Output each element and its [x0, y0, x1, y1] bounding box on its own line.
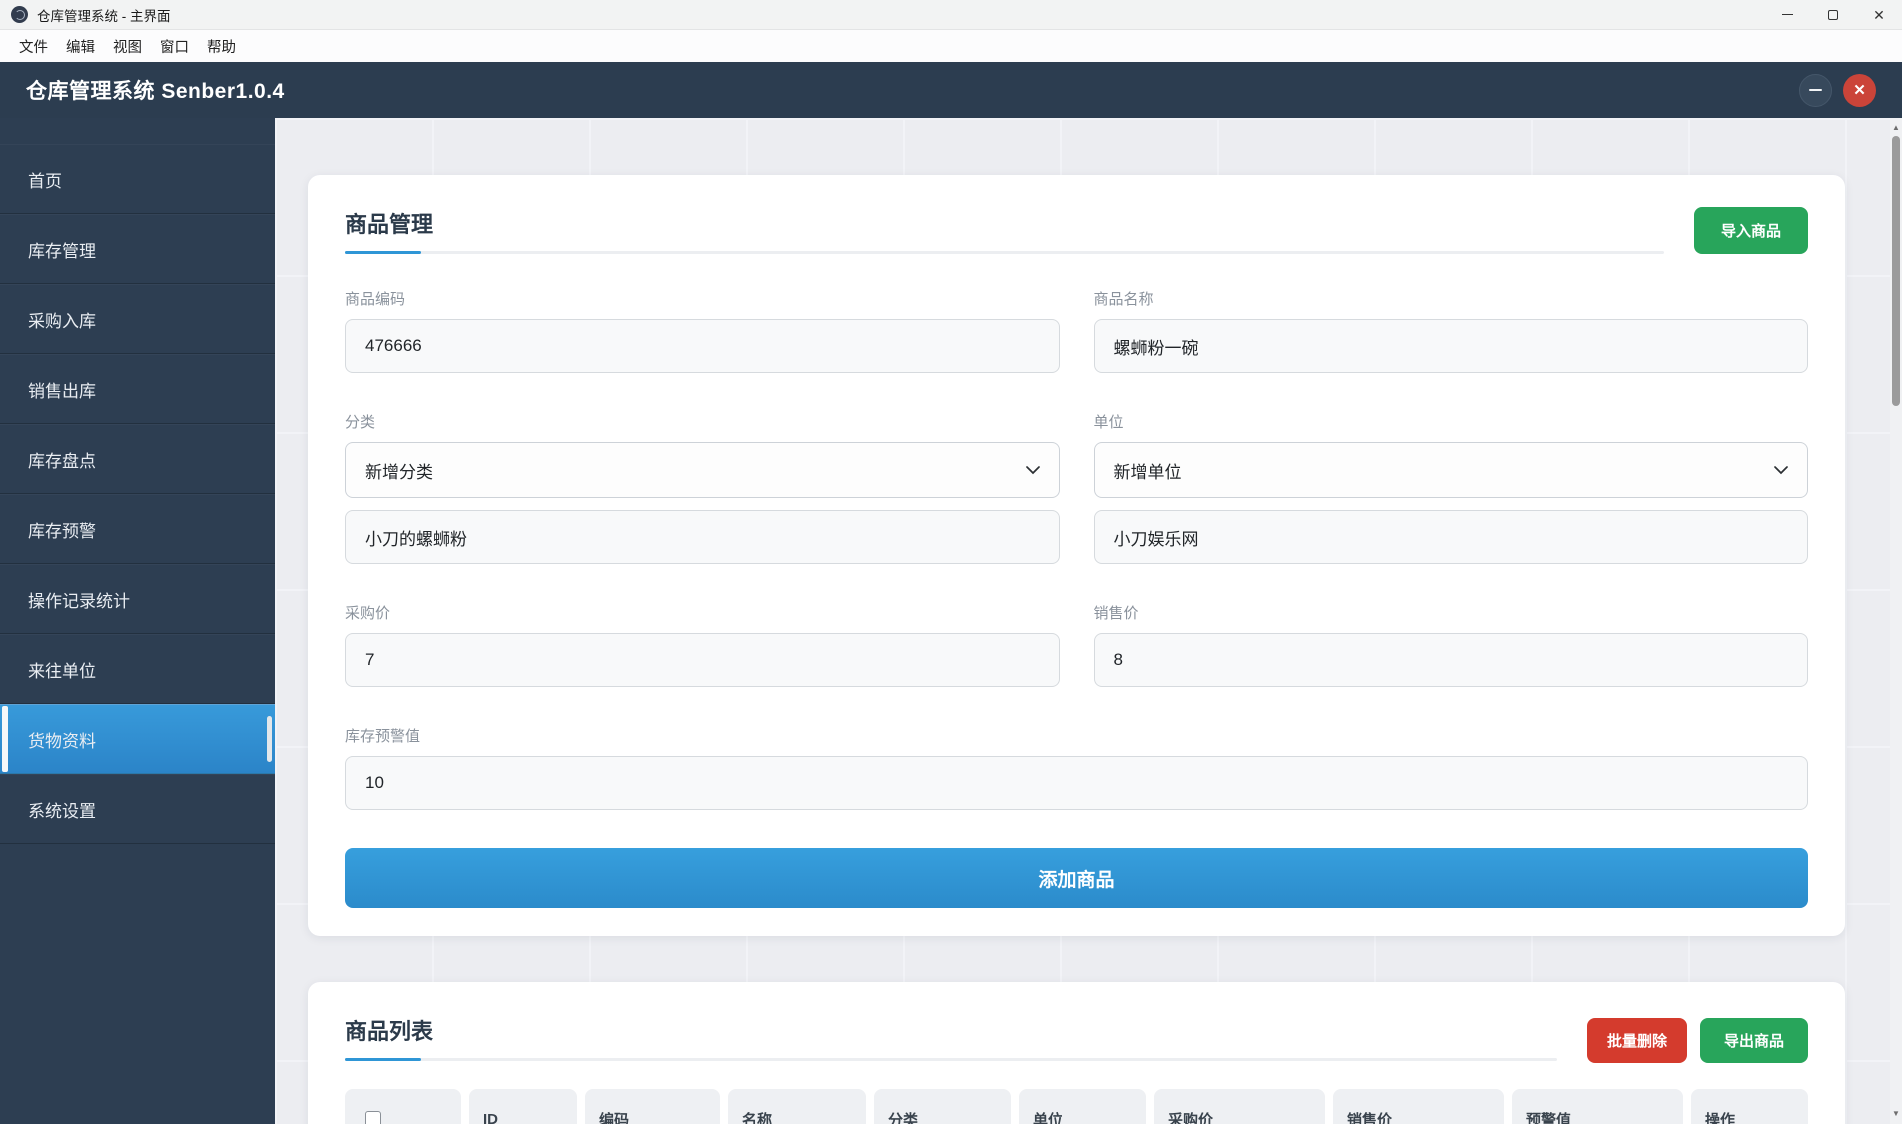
card-title-wrap: 商品管理: [345, 207, 1664, 254]
sidebar: 首页 库存管理 采购入库 销售出库 库存盘点 库存预警 操作记录统计 来往单位 …: [0, 118, 275, 1124]
content-area: 商品管理 导入商品 商品编码 商品名称 分类: [275, 118, 1890, 1124]
sidebar-item-goods-data[interactable]: 货物资料: [0, 704, 275, 774]
scroll-down-arrow-icon[interactable]: ▼: [1890, 1106, 1902, 1120]
minimize-icon: [1781, 13, 1793, 16]
sidebar-item-inventory[interactable]: 库存管理: [0, 214, 275, 284]
product-code-label: 商品编码: [345, 291, 406, 308]
app-window: 仓库管理系统 - 主界面 ✕ 文件 编辑 视图 窗口 帮助 仓库管理系统 Sen…: [0, 0, 1902, 1124]
sidebar-item-home[interactable]: 首页: [0, 144, 275, 214]
column-header-name: 名称: [728, 1089, 866, 1124]
os-minimize-button[interactable]: [1764, 0, 1810, 29]
menu-edit[interactable]: 编辑: [57, 32, 104, 61]
sidebar-item-partners[interactable]: 来往单位: [0, 634, 275, 704]
field-category: 分类 新增分类: [345, 411, 1060, 564]
purchase-price-label: 采购价: [345, 605, 391, 622]
sidebar-item-settings[interactable]: 系统设置: [0, 774, 275, 844]
form-card-title: 商品管理: [345, 212, 434, 237]
scrollbar-thumb[interactable]: [1892, 136, 1900, 406]
app-minimize-button[interactable]: [1799, 73, 1832, 107]
close-icon: ✕: [1873, 6, 1885, 23]
window-title: 仓库管理系统 - 主界面: [37, 8, 171, 24]
title-underline: [345, 1058, 1557, 1061]
os-maximize-button[interactable]: [1810, 0, 1856, 29]
sidebar-item-purchase-in[interactable]: 采购入库: [0, 284, 275, 354]
menu-window[interactable]: 窗口: [151, 32, 198, 61]
export-products-button[interactable]: 导出商品: [1699, 1018, 1808, 1063]
list-card-title: 商品列表: [345, 1019, 434, 1044]
column-header-purchase-price: 采购价: [1154, 1089, 1325, 1124]
menu-help[interactable]: 帮助: [198, 32, 245, 61]
caption-buttons: ✕: [1764, 0, 1902, 29]
product-name-input[interactable]: [1093, 319, 1808, 373]
card-title-wrap: 商品列表: [345, 1014, 1557, 1061]
window-scrollbar[interactable]: ▲ ▼: [1890, 118, 1902, 1124]
chevron-down-icon: [1025, 465, 1040, 474]
import-products-button[interactable]: 导入商品: [1693, 207, 1808, 254]
sidebar-item-stocktake[interactable]: 库存盘点: [0, 424, 275, 494]
column-header-category: 分类: [874, 1089, 1011, 1124]
new-unit-input[interactable]: [1093, 510, 1808, 564]
title-underline: [345, 251, 1664, 254]
warn-value-input[interactable]: [345, 756, 1808, 810]
field-product-name: 商品名称: [1093, 288, 1808, 373]
category-selected-value: 新增分类: [365, 462, 433, 482]
list-actions: 批量删除 导出商品: [1586, 1018, 1808, 1063]
close-icon: ✕: [1853, 81, 1866, 99]
select-all-header-cell: [345, 1089, 461, 1124]
sale-price-input[interactable]: [1093, 633, 1808, 687]
column-header-actions: 操作: [1691, 1089, 1808, 1124]
menu-view[interactable]: 视图: [104, 32, 151, 61]
new-category-input[interactable]: [345, 510, 1060, 564]
select-all-checkbox[interactable]: [365, 1111, 381, 1124]
product-name-label: 商品名称: [1093, 291, 1154, 308]
field-warn-value: 库存预警值: [345, 725, 1808, 810]
minimize-icon: [1809, 89, 1822, 91]
unit-label: 单位: [1093, 414, 1124, 431]
warn-value-label: 库存预警值: [345, 728, 421, 745]
batch-delete-button[interactable]: 批量删除: [1586, 1018, 1687, 1063]
app-icon: [11, 6, 28, 23]
product-code-input[interactable]: [345, 319, 1060, 373]
os-titlebar: 仓库管理系统 - 主界面 ✕: [0, 0, 1902, 30]
os-close-button[interactable]: ✕: [1856, 0, 1902, 29]
menu-file[interactable]: 文件: [10, 32, 57, 61]
field-product-code: 商品编码: [345, 288, 1060, 373]
unit-select[interactable]: 新增单位: [1093, 442, 1808, 498]
menubar: 文件 编辑 视图 窗口 帮助: [0, 30, 1902, 62]
category-select[interactable]: 新增分类: [345, 442, 1060, 498]
column-header-id: ID: [469, 1089, 577, 1124]
product-list-card: 商品列表 批量删除 导出商品 ID 编码 名称 分类 单位 采购价 销售价 预警…: [308, 982, 1845, 1124]
column-header-warn-value: 预警值: [1512, 1089, 1683, 1124]
scroll-up-arrow-icon[interactable]: ▲: [1890, 120, 1902, 134]
product-table-header: ID 编码 名称 分类 单位 采购价 销售价 预警值 操作: [345, 1089, 1808, 1124]
column-header-code: 编码: [585, 1089, 720, 1124]
product-form-card: 商品管理 导入商品 商品编码 商品名称 分类: [308, 175, 1845, 936]
purchase-price-input[interactable]: [345, 633, 1060, 687]
sidebar-item-operation-log[interactable]: 操作记录统计: [0, 564, 275, 634]
unit-selected-value: 新增单位: [1113, 462, 1182, 482]
sidebar-item-sales-out[interactable]: 销售出库: [0, 354, 275, 424]
sidebar-scrollbar-thumb[interactable]: [267, 716, 272, 762]
field-unit: 单位 新增单位: [1093, 411, 1808, 564]
product-form: 商品编码 商品名称 分类 新增分类: [345, 288, 1808, 908]
sale-price-label: 销售价: [1093, 605, 1139, 622]
category-label: 分类: [345, 414, 376, 431]
app-header: 仓库管理系统 Senber1.0.4 ✕: [0, 62, 1902, 118]
add-product-button[interactable]: 添加商品: [345, 848, 1808, 908]
field-sale-price: 销售价: [1093, 602, 1808, 687]
header-controls: ✕: [1799, 73, 1876, 107]
maximize-icon: [1828, 9, 1838, 20]
sidebar-item-stock-alert[interactable]: 库存预警: [0, 494, 275, 564]
column-header-unit: 单位: [1019, 1089, 1146, 1124]
chevron-down-icon: [1774, 465, 1788, 474]
column-header-sale-price: 销售价: [1333, 1089, 1504, 1124]
app-title: 仓库管理系统 Senber1.0.4: [26, 80, 285, 103]
field-purchase-price: 采购价: [345, 602, 1060, 687]
app-close-button[interactable]: ✕: [1843, 73, 1876, 107]
